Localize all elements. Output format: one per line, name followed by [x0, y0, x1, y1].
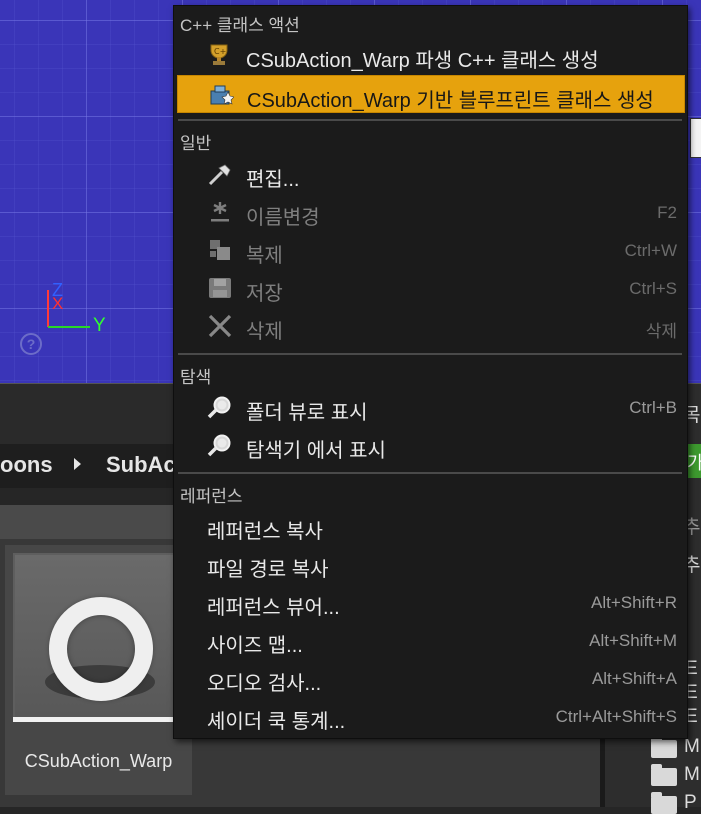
menu-item-delete[interactable]: 삭제 삭제 — [177, 308, 685, 344]
shortcut-label: 삭제 — [645, 322, 677, 341]
menu-item-label: 파일 경로 복사 — [207, 559, 329, 581]
menu-item-label: CSubAction_Warp 기반 블루프린트 클래스 생성 — [247, 90, 654, 112]
menu-item-label: 복제 — [246, 245, 283, 267]
menu-item-label: 저장 — [246, 283, 283, 305]
folder-icon — [651, 792, 677, 814]
menu-item-show-in-explorer[interactable]: 탐색기 에서 표시 — [177, 427, 685, 463]
menu-item-label: 이름변경 — [246, 207, 320, 229]
shortcut-label: Ctrl+S — [629, 279, 677, 298]
asset-thumbnail — [13, 553, 184, 719]
menu-item-rename[interactable]: 이름변경 F2 — [177, 194, 685, 230]
edit-icon — [207, 162, 233, 186]
shortcut-label: F2 — [657, 203, 677, 222]
breadcrumb-item-current[interactable]: SubAc — [106, 452, 176, 478]
asset-context-menu: C++ 클래스 액션 C+ CSubAction_Warp 파생 C++ 클래스… — [173, 5, 688, 739]
y-axis-line — [48, 326, 90, 328]
tree-item[interactable]: M — [684, 736, 700, 758]
ring-icon — [49, 597, 153, 701]
svg-text:C+: C+ — [214, 47, 226, 56]
asset-type-bar — [13, 717, 184, 722]
folder-icon — [651, 764, 677, 786]
section-header-references: 레퍼런스 — [180, 487, 243, 506]
y-axis-label: Y — [93, 315, 106, 336]
breadcrumb-item-previous[interactable]: oons — [0, 452, 53, 478]
shortcut-label: Ctrl+W — [624, 241, 677, 260]
shortcut-label: Ctrl+Alt+Shift+S — [555, 707, 677, 726]
menu-item-derive-cpp-class[interactable]: C+ CSubAction_Warp 파생 C++ 클래스 생성 — [177, 37, 685, 73]
blueprint-class-icon — [208, 83, 234, 107]
z-axis-line — [47, 290, 49, 327]
menu-item-label: 폴더 뷰로 표시 — [246, 402, 368, 424]
menu-item-label: 오디오 검사... — [207, 673, 322, 695]
menu-item-reference-viewer[interactable]: 레퍼런스 뷰어... Alt+Shift+R — [177, 584, 685, 620]
menu-item-size-map[interactable]: 사이즈 맵... Alt+Shift+M — [177, 622, 685, 658]
menu-item-copy-file-path[interactable]: 파일 경로 복사 — [177, 546, 685, 582]
menu-item-label: 레퍼런스 뷰어... — [207, 597, 340, 619]
tree-item[interactable]: M — [684, 764, 700, 786]
tree-item[interactable]: P — [684, 792, 697, 814]
menu-separator — [178, 472, 682, 474]
section-header-cpp: C++ 클래스 액션 — [180, 16, 300, 35]
section-header-general: 일반 — [180, 134, 212, 153]
section-header-explore: 탐색 — [180, 368, 212, 387]
shortcut-label: Alt+Shift+R — [591, 593, 677, 612]
shortcut-label: Ctrl+B — [629, 398, 677, 417]
menu-item-label: 삭제 — [246, 321, 283, 343]
menu-item-label: 셰이더 쿡 통계... — [207, 711, 346, 733]
help-icon[interactable]: ? — [20, 333, 42, 355]
menu-item-label: 레퍼런스 복사 — [207, 521, 323, 543]
menu-item-duplicate[interactable]: 복제 Ctrl+W — [177, 232, 685, 268]
menu-item-save[interactable]: 저장 Ctrl+S — [177, 270, 685, 306]
menu-item-label: CSubAction_Warp 파생 C++ 클래스 생성 — [246, 50, 599, 72]
search-icon — [207, 433, 233, 457]
menu-item-shader-cook-stats[interactable]: 셰이더 쿡 통계... Ctrl+Alt+Shift+S — [177, 698, 685, 734]
menu-item-edit[interactable]: 편집... — [177, 156, 685, 192]
search-icon — [207, 395, 233, 419]
breadcrumb-arrow-icon[interactable] — [74, 458, 81, 470]
shortcut-label: Alt+Shift+A — [591, 669, 677, 688]
delete-icon — [207, 314, 233, 338]
axis-gizmo: Z X Y — [40, 278, 130, 338]
menu-item-label: 사이즈 맵... — [207, 635, 303, 657]
folder-icon — [651, 736, 677, 758]
menu-item-copy-reference[interactable]: 레퍼런스 복사 — [177, 508, 685, 544]
viewport-side-widget[interactable] — [690, 118, 701, 158]
asset-tile[interactable]: CSubAction_Warp — [5, 545, 192, 795]
x-axis-label: X — [52, 294, 64, 313]
save-icon — [207, 276, 233, 300]
menu-item-label: 탐색기 에서 표시 — [246, 440, 386, 462]
rename-icon — [207, 200, 233, 224]
duplicate-icon — [207, 238, 233, 262]
shortcut-label: Alt+Shift+M — [589, 631, 677, 650]
menu-item-label: 편집... — [246, 169, 300, 191]
asset-name: CSubAction_Warp — [24, 751, 173, 771]
menu-item-show-in-folder-view[interactable]: 폴더 뷰로 표시 Ctrl+B — [177, 389, 685, 425]
menu-item-audit-asset[interactable]: 오디오 검사... Alt+Shift+A — [177, 660, 685, 696]
cpp-class-icon: C+ — [207, 43, 233, 67]
menu-item-create-blueprint-class[interactable]: CSubAction_Warp 기반 블루프린트 클래스 생성 — [177, 75, 685, 113]
menu-separator — [178, 353, 682, 355]
menu-separator — [178, 119, 682, 121]
